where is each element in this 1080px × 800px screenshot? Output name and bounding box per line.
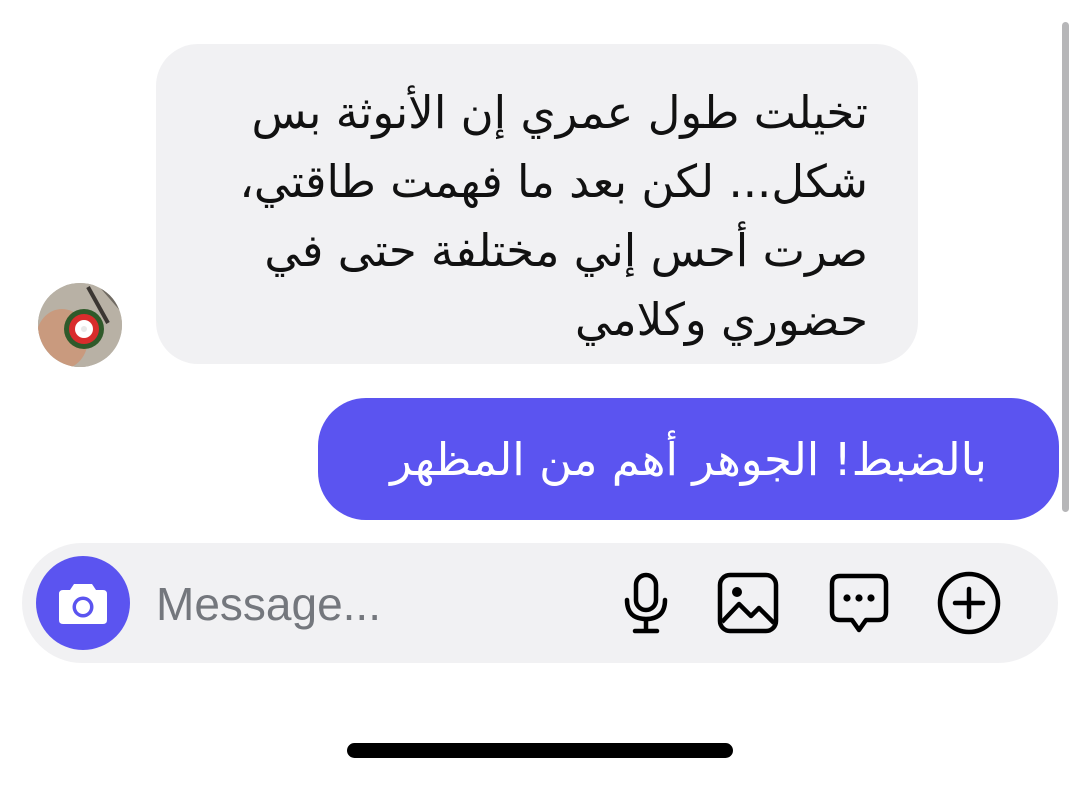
add-button[interactable] bbox=[936, 570, 1002, 636]
incoming-message-line: تخيلت طول عمري إن الأنوثة بس bbox=[251, 86, 868, 139]
chat-screen: تخيلت طول عمري إن الأنوثة بس شكل... لكن … bbox=[0, 0, 1080, 800]
microphone-icon bbox=[624, 572, 668, 634]
sender-avatar[interactable] bbox=[38, 283, 122, 367]
incoming-message-line: شكل... لكن بعد ما فهمت طاقتي، bbox=[239, 155, 868, 208]
incoming-message-line: حضوري وكلامي bbox=[575, 293, 868, 346]
image-icon bbox=[717, 572, 779, 634]
scrollbar[interactable] bbox=[1062, 22, 1069, 512]
chat-bubble-icon bbox=[829, 573, 889, 633]
message-input[interactable] bbox=[156, 566, 586, 642]
voice-message-button[interactable] bbox=[613, 570, 679, 636]
camera-button[interactable] bbox=[36, 556, 130, 650]
outgoing-message-bubble[interactable]: بالضبط! الجوهر أهم من المظهر bbox=[318, 398, 1059, 520]
outgoing-message-text: بالضبط! الجوهر أهم من المظهر bbox=[390, 432, 987, 486]
incoming-message-line: صرت أحس إني مختلفة حتى في bbox=[264, 224, 868, 277]
home-indicator[interactable] bbox=[347, 743, 733, 758]
plus-circle-icon bbox=[937, 571, 1001, 635]
sticker-button[interactable] bbox=[826, 570, 892, 636]
incoming-message-bubble[interactable]: تخيلت طول عمري إن الأنوثة بس شكل... لكن … bbox=[156, 44, 918, 364]
camera-icon bbox=[59, 584, 107, 624]
avatar-photo-icon bbox=[38, 283, 122, 367]
gallery-button[interactable] bbox=[715, 570, 781, 636]
